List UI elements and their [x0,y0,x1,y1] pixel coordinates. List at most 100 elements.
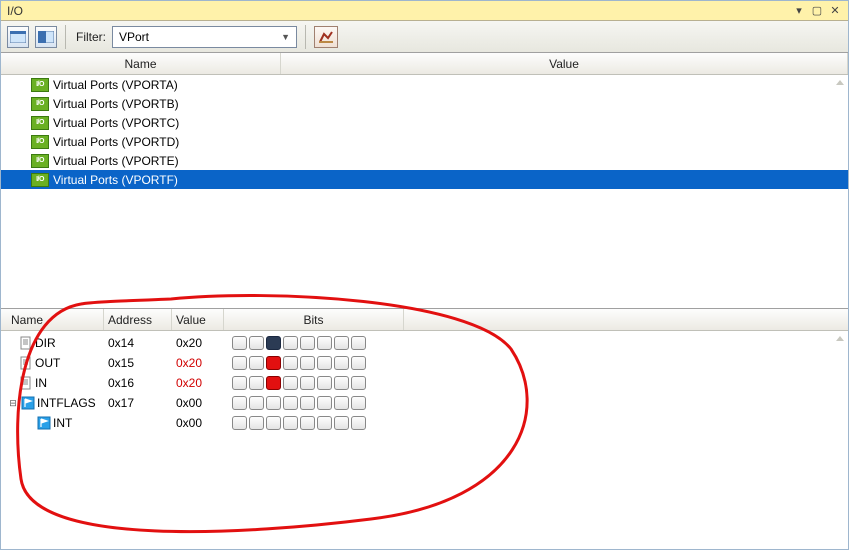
bit-box[interactable] [249,356,264,370]
bit-box[interactable] [249,396,264,410]
bit-box[interactable] [232,396,247,410]
register-value: 0x00 [172,416,224,430]
chevron-down-icon: ▼ [281,32,290,42]
window-menu-button[interactable]: ▾ [790,4,808,17]
bit-box[interactable] [232,416,247,430]
column-header-address[interactable]: Address [104,309,172,330]
register-row[interactable]: IN0x160x20 [1,373,848,393]
bit-box[interactable] [266,376,281,390]
port-row[interactable]: I/OVirtual Ports (VPORTF) [1,170,848,189]
bit-box[interactable] [351,416,366,430]
register-value: 0x20 [172,356,224,370]
register-value: 0x20 [172,376,224,390]
bit-box[interactable] [283,416,298,430]
register-address: 0x16 [104,376,172,390]
column-header-value[interactable]: Value [281,53,848,74]
close-button[interactable]: ✕ [826,4,844,17]
bit-box[interactable] [317,336,332,350]
flag-icon [21,396,35,410]
document-icon [19,356,33,370]
register-address: 0x15 [104,356,172,370]
port-row[interactable]: I/OVirtual Ports (VPORTE) [1,151,848,170]
register-bits [224,356,366,370]
bit-box[interactable] [300,336,315,350]
bit-box[interactable] [351,336,366,350]
port-label: Virtual Ports (VPORTF) [53,173,178,187]
bit-box[interactable] [317,356,332,370]
bit-box[interactable] [317,396,332,410]
flag-icon [37,416,51,430]
bit-box[interactable] [317,416,332,430]
bit-box[interactable] [334,376,349,390]
toolbar-divider [65,25,66,49]
port-label: Virtual Ports (VPORTC) [53,116,179,130]
port-row[interactable]: I/O Virtual Ports (VPORTD) [1,132,848,151]
bit-box[interactable] [334,416,349,430]
register-row[interactable]: DIR0x140x20 [1,333,848,353]
toolbar-divider [305,25,306,49]
column-header-bits[interactable]: Bits [224,309,404,330]
port-label: Virtual Ports (VPORTA) [53,78,178,92]
bit-box[interactable] [249,416,264,430]
register-row[interactable]: INT 0x00 [1,413,848,433]
window-title: I/O [5,4,790,18]
bit-box[interactable] [266,416,281,430]
ports-column-headers: Name Value [1,53,848,75]
bit-box[interactable] [232,376,247,390]
port-row[interactable]: I/O Virtual Ports (VPORTA) [1,75,848,94]
bit-box[interactable] [334,356,349,370]
column-header-name[interactable]: Name [1,309,104,330]
port-row[interactable]: I/OVirtual Ports (VPORTC) [1,113,848,132]
bit-box[interactable] [351,396,366,410]
io-panel: I/O ▾ ▢ ✕ Filter: VPort ▼ Name Value [0,0,849,550]
register-name: INT [53,416,72,430]
bit-box[interactable] [232,356,247,370]
register-bits [224,376,366,390]
filter-value: VPort [119,30,149,44]
scroll-up-icon [834,77,846,89]
register-bits [224,396,366,410]
column-header-value[interactable]: Value [172,309,224,330]
bit-box[interactable] [283,376,298,390]
scroll-up-icon [834,333,846,345]
bit-box[interactable] [283,396,298,410]
register-value: 0x20 [172,336,224,350]
bit-box[interactable] [300,356,315,370]
view-mode-2-button[interactable] [35,26,57,48]
bit-box[interactable] [266,356,281,370]
port-label: Virtual Ports (VPORTD) [53,135,179,149]
maximize-button[interactable]: ▢ [808,4,826,17]
bit-box[interactable] [266,396,281,410]
view-mode-1-button[interactable] [7,26,29,48]
registers-pane: Name Address Value Bits DIR0x140x20OUT0x… [1,309,848,549]
io-icon: I/O [31,97,49,111]
bit-box[interactable] [351,356,366,370]
bit-box[interactable] [232,336,247,350]
bit-box[interactable] [317,376,332,390]
register-row[interactable]: ⊟INTFLAGS0x170x00 [1,393,848,413]
port-row[interactable]: I/OVirtual Ports (VPORTB) [1,94,848,113]
io-icon: I/O [31,135,49,149]
bit-box[interactable] [249,336,264,350]
bit-box[interactable] [300,396,315,410]
registers-list[interactable]: DIR0x140x20OUT0x150x20IN0x160x20⊟INTFLAG… [1,331,848,549]
register-bits [224,416,366,430]
bit-box[interactable] [300,376,315,390]
io-icon: I/O [31,78,49,92]
bit-box[interactable] [283,356,298,370]
column-header-name[interactable]: Name [1,53,281,74]
highlight-button[interactable] [314,26,338,48]
expander-icon[interactable]: ⊟ [7,398,19,409]
bit-box[interactable] [266,336,281,350]
bit-box[interactable] [334,336,349,350]
register-row[interactable]: OUT0x150x20 [1,353,848,373]
register-name: DIR [35,336,56,350]
bit-box[interactable] [334,396,349,410]
bit-box[interactable] [300,416,315,430]
bit-box[interactable] [249,376,264,390]
bit-box[interactable] [283,336,298,350]
bit-box[interactable] [351,376,366,390]
ports-tree[interactable]: I/OVirtual Ports (VPORTA)I/OVirtual Port… [1,75,848,308]
register-value: 0x00 [172,396,224,410]
filter-combo[interactable]: VPort ▼ [112,26,297,48]
